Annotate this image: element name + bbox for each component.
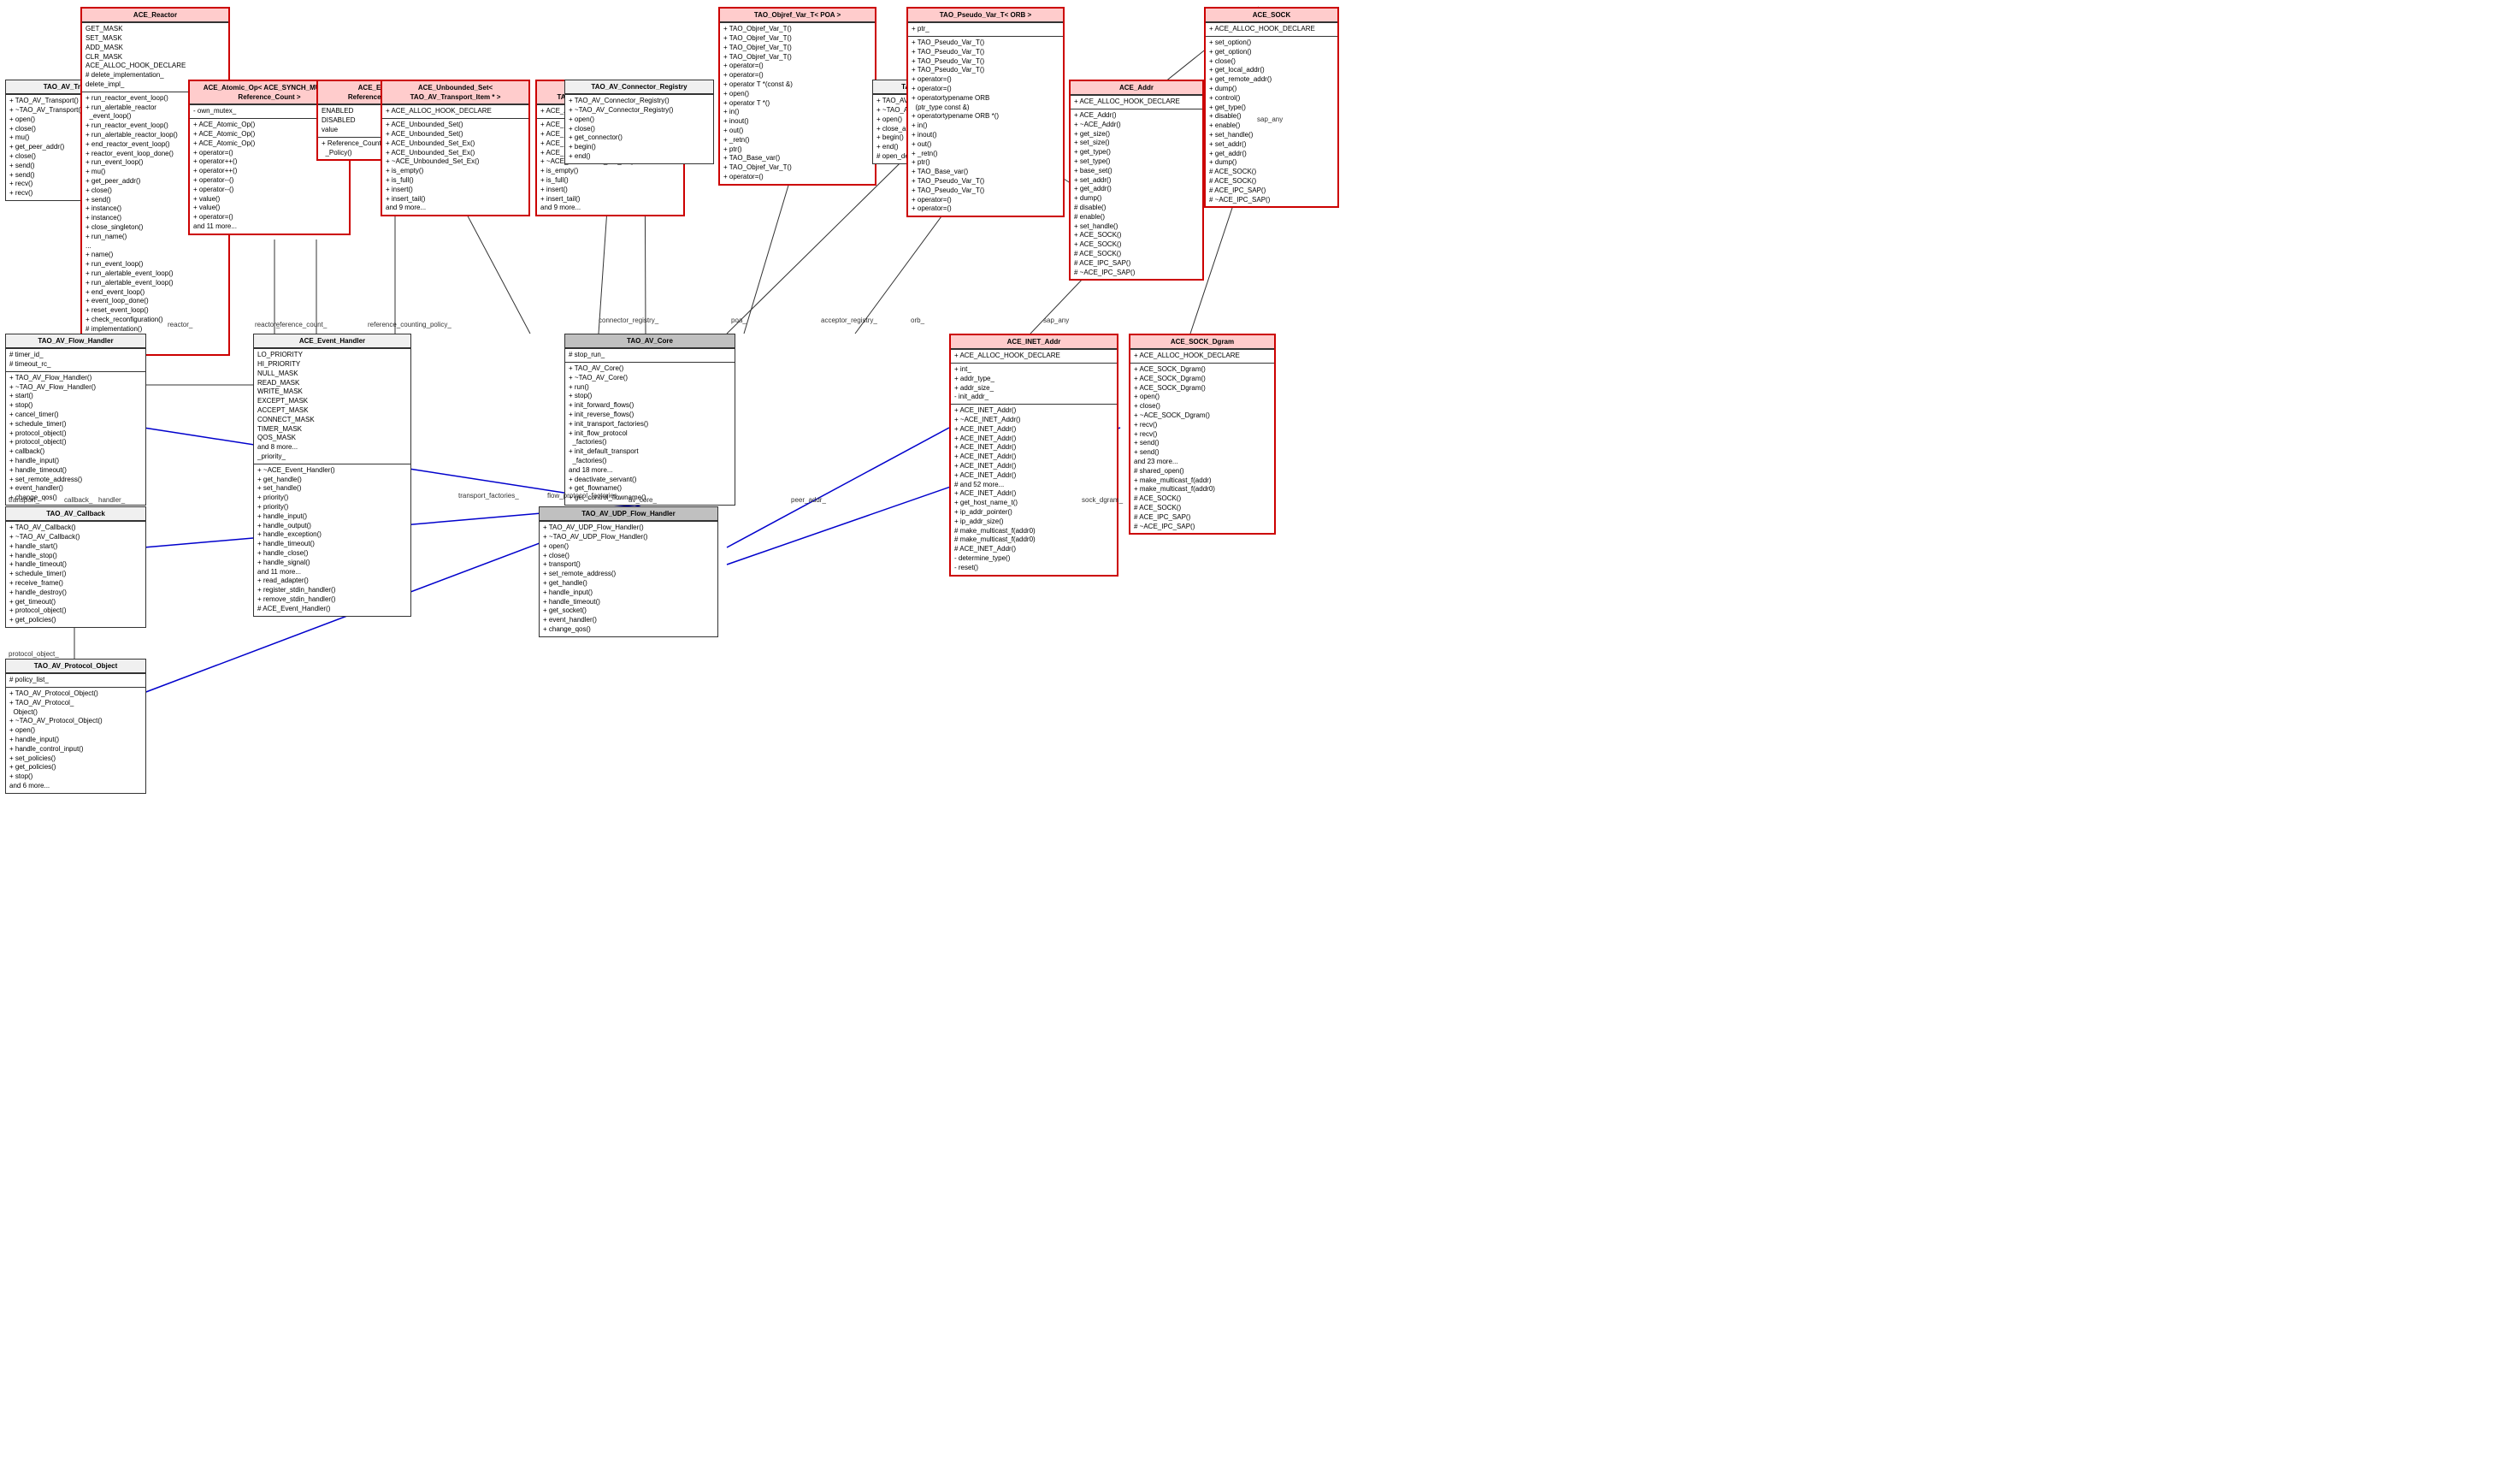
sap-any-label: sap_any [1043, 316, 1069, 324]
ace-sock-box: ACE_SOCK + ACE_ALLOC_HOOK_DECLARE + set_… [1204, 7, 1339, 208]
reference-count-label: reference_count_ [274, 321, 327, 328]
ace-addr-box: ACE_Addr + ACE_ALLOC_HOOK_DECLARE + ACE_… [1069, 80, 1204, 281]
transport-factories-label: transport_factories_ [458, 492, 519, 500]
flow-protocol-factories-label: flow_protocol_factories_ [547, 492, 621, 500]
tao-pseudo-var-t-orb-header: TAO_Pseudo_Var_T< ORB > [908, 9, 1063, 22]
peer-addr-label: peer_addr_ [791, 496, 826, 504]
tao-objref-var-t-poa-header: TAO_Objref_Var_T< POA > [720, 9, 875, 22]
ace-unbounded-transport-header: ACE_Unbounded_Set<TAO_AV_Transport_Item … [382, 81, 528, 104]
sap-any-label2: sap_any [1257, 115, 1283, 123]
ace-inet-addr-box: ACE_INET_Addr + ACE_ALLOC_HOOK_DECLARE +… [949, 334, 1118, 577]
tao-av-flow-handler-header: TAO_AV_Flow_Handler [6, 334, 145, 348]
connector-registry-label: connector_registry_ [599, 316, 658, 324]
tao-av-udp-flow-handler-header: TAO_AV_UDP_Flow_Handler [540, 507, 717, 521]
av-core-label: av_core_ [629, 496, 657, 504]
poa-label: poa_ [731, 316, 747, 324]
ace-event-handler-box: ACE_Event_Handler LO_PRIORITY HI_PRIORIT… [253, 334, 411, 617]
tao-av-core-header: TAO_AV_Core [565, 334, 735, 348]
transport-label: transport_ [9, 496, 39, 504]
ace-sock-dgram-header: ACE_SOCK_Dgram [1130, 335, 1274, 349]
ace-sock-dgram-box: ACE_SOCK_Dgram + ACE_ALLOC_HOOK_DECLARE … [1129, 334, 1276, 535]
tao-pseudo-var-t-orb-box: TAO_Pseudo_Var_T< ORB > + ptr_ + TAO_Pse… [906, 7, 1065, 217]
tao-av-callback-box: TAO_AV_Callback + TAO_AV_Callback() + ~T… [5, 506, 146, 628]
ace-sock-header: ACE_SOCK [1206, 9, 1337, 22]
callback-label: callback_ [64, 496, 92, 504]
orb-label: orb_ [911, 316, 924, 324]
ace-inet-addr-header: ACE_INET_Addr [951, 335, 1117, 349]
protocol-object-label: protocol_object_ [9, 650, 59, 658]
ace-unbounded-transport-box: ACE_Unbounded_Set<TAO_AV_Transport_Item … [381, 80, 530, 216]
acceptor-registry-label: acceptor_registry_ [821, 316, 877, 324]
tao-av-protocol-object-header: TAO_AV_Protocol_Object [6, 660, 145, 673]
tao-objref-var-t-poa-box: TAO_Objref_Var_T< POA > + TAO_Objref_Var… [718, 7, 876, 186]
handler-label: handler_ [98, 496, 125, 504]
ace-addr-header: ACE_Addr [1071, 81, 1202, 95]
ref-counting-policy-label: reference_counting_policy_ [368, 321, 451, 328]
connections-svg [0, 0, 2520, 1467]
tao-av-connector-registry-box: TAO_AV_Connector_Registry + TAO_AV_Conne… [564, 80, 714, 164]
tao-av-callback-header: TAO_AV_Callback [6, 507, 145, 521]
tao-av-connector-registry-header: TAO_AV_Connector_Registry [565, 80, 713, 94]
ace-reactor-header: ACE_Reactor [82, 9, 228, 22]
sock-dgram-label: sock_dgram_ [1082, 496, 1123, 504]
tao-av-udp-flow-handler-box: TAO_AV_UDP_Flow_Handler + TAO_AV_UDP_Flo… [539, 506, 718, 637]
tao-av-flow-handler-box: TAO_AV_Flow_Handler # timer_id_ # timeou… [5, 334, 146, 506]
tao-av-core-box: TAO_AV_Core # stop_run_ + TAO_AV_Core() … [564, 334, 735, 506]
diagram-container: TAO_AV_Transport + TAO_AV_Transport() + … [0, 0, 2520, 1467]
reactor-label1: reactor_ [168, 321, 192, 328]
tao-av-protocol-object-box: TAO_AV_Protocol_Object # policy_list_ + … [5, 659, 146, 794]
ace-event-handler-header: ACE_Event_Handler [254, 334, 410, 348]
